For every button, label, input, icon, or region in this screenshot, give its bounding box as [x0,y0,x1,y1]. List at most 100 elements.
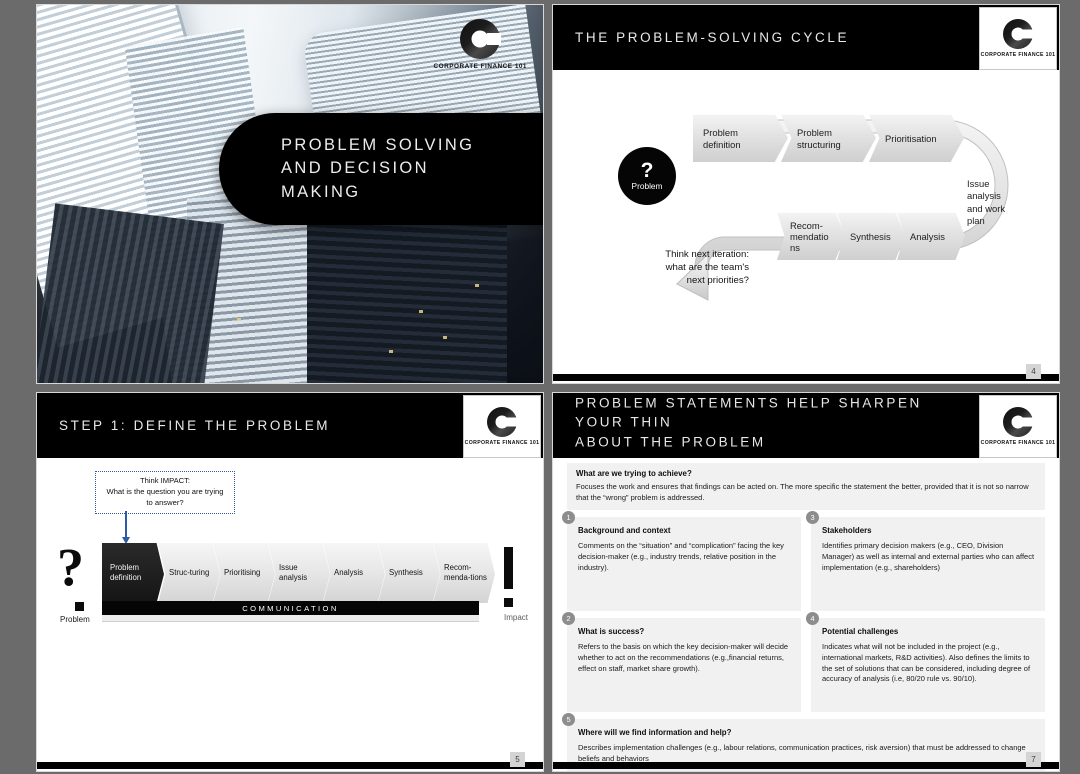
brand-name: CORPORATE FINANCE 101 [980,52,1056,58]
pipeline-base [102,615,479,622]
step-label: Problem structuring [797,127,841,150]
window-light [475,284,479,287]
statement-card-background-and-context[interactable]: 1 Background and context Comments on the… [562,511,801,612]
think-impact-callout: Think IMPACT: What is the question you a… [95,471,235,515]
brand-name: CORPORATE FINANCE 101 [433,63,527,70]
statement-column-left: 1 Background and context Comments on the… [562,511,801,719]
cycle-step-problem-definition[interactable]: Problem definition [693,114,788,162]
slide-problem-statements[interactable]: PROBLEM STATEMENTS HELP SHARPEN YOUR THI… [552,392,1060,772]
brand-logo: CORPORATE FINANCE 101 [979,7,1057,70]
step-number-badge: 4 [806,612,819,626]
brand-logo: CORPORATE FINANCE 101 [434,19,527,70]
cover-title-box: PROBLEM SOLVING AND DECISION MAKING [219,113,543,225]
card-heading: Where will we find information and help? [578,728,732,738]
pipeline-end-label: Impact [503,613,528,622]
cycle-step-recommendations[interactable]: Recom- mendatio ns [777,212,845,260]
letter-c-logo-icon [1003,407,1033,437]
step-label: Prioritisation [885,132,937,144]
step-number-badge: 1 [562,511,575,525]
window-light [443,336,447,339]
step-number-badge: 3 [806,511,819,525]
pipeline-step-synthesis[interactable]: Synthesis [378,543,440,603]
communication-label: COMMUNICATION [242,603,339,613]
building-shape [37,203,224,383]
card-heading: Background and context [578,526,671,536]
pipeline-step-prioritising[interactable]: Prioritising [213,543,275,603]
pipeline-step-recommendations[interactable]: Recom- menda-tions [433,543,495,603]
slide-problem-solving-cycle[interactable]: THE PROBLEM-SOLVING CYCLE CORPORATE FINA… [552,4,1060,384]
statement-grid: 1 Background and context Comments on the… [562,511,1045,719]
window-light [237,318,241,321]
pipeline-step-issue-analysis[interactable]: Issue analysis [268,543,330,603]
letter-c-logo-icon [487,407,517,437]
letter-c-logo-icon [1003,19,1033,49]
intro-body: Focuses the work and ensures that findin… [576,482,1029,502]
intro-panel: What are we trying to achieve? Focuses t… [567,463,1045,511]
page-title: STEP 1: DEFINE THE PROBLEM [59,417,331,433]
question-mark-icon: ? [640,158,654,182]
step-label: Problem definition [703,127,741,150]
statement-column-right: 3 Stakeholders Identifies primary decisi… [806,511,1045,719]
statement-card-potential-challenges[interactable]: 4 Potential challenges Indicates what wi… [806,612,1045,713]
intro-heading: What are we trying to achieve? [576,469,692,478]
process-pipeline: ? Problem Problem definition Struc-turin… [53,537,529,627]
card-heading: Potential challenges [822,627,899,637]
card-body: Comments on the “situation” and “complic… [578,541,784,572]
cycle-step-analysis[interactable]: Analysis [897,212,965,260]
callout-arrow-icon [122,511,129,544]
brand-name: CORPORATE FINANCE 101 [980,440,1056,446]
statement-card-stakeholders[interactable]: 3 Stakeholders Identifies primary decisi… [806,511,1045,612]
card-body: Identifies primary decision makers (e.g.… [822,541,1035,572]
page-title: PROBLEM SOLVING AND DECISION MAKING [281,135,475,201]
exclamation-mark-icon [504,547,513,589]
slide-cover[interactable]: CORPORATE FINANCE 101 PROBLEM SOLVING AN… [36,4,544,384]
letter-c-logo-icon [460,19,501,59]
pipeline-start-label: Problem [60,615,90,624]
question-mark-icon: ? [57,537,84,597]
problem-label: Problem [631,181,663,192]
pipeline-step-problem-definition[interactable]: Problem definition [102,543,164,603]
step-label: Synthesis [389,568,423,578]
pipeline-steps: Problem definition Struc-turing Prioriti… [102,543,495,603]
brand-logo: CORPORATE FINANCE 101 [463,395,541,458]
step-label: Synthesis [850,230,891,242]
step-number-badge: 2 [562,612,575,626]
card-heading: What is success? [578,627,645,637]
cycle-diagram: ? Problem Problem definition Problem str… [553,70,1059,370]
page-number: 4 [1026,364,1041,379]
step-label: Prioritising [224,568,261,578]
cycle-step-issue-analysis[interactable]: Issue analysis and work plan [967,178,1027,228]
pipeline-step-structuring[interactable]: Struc-turing [158,543,220,603]
page-number: 7 [1026,752,1041,767]
card-body: Refers to the basis on which the key dec… [578,642,789,673]
slide-deck: CORPORATE FINANCE 101 PROBLEM SOLVING AN… [0,0,1080,774]
step-label: Analysis [910,230,945,242]
brand-logo: CORPORATE FINANCE 101 [979,395,1057,458]
step-label: Struc-turing [169,568,210,578]
footer-bar [37,762,543,769]
card-heading: Stakeholders [822,526,872,536]
window-light [389,350,393,353]
cycle-step-problem-structuring[interactable]: Problem structuring [781,114,876,162]
communication-band: COMMUNICATION [102,601,479,615]
step-label: Problem definition [110,563,142,582]
statement-card-what-is-success[interactable]: 2 What is success? Refers to the basis o… [562,612,801,713]
step-label: Recom- mendatio ns [790,219,829,254]
page-title: THE PROBLEM-SOLVING CYCLE [575,29,850,45]
step-label: Issue analysis [279,563,308,582]
problem-start-badge: ? Problem [618,147,676,205]
step-label: Analysis [334,568,364,578]
brand-name: CORPORATE FINANCE 101 [464,440,540,446]
question-mark-dot-icon [75,602,84,611]
cycle-step-synthesis[interactable]: Synthesis [837,212,905,260]
cycle-step-prioritisation[interactable]: Prioritisation [869,114,964,162]
slide-step-1-define-the-problem[interactable]: STEP 1: DEFINE THE PROBLEM CORPORATE FIN… [36,392,544,772]
footer-bar [553,762,1059,769]
card-body: Indicates what will not be included in t… [822,642,1031,684]
exclamation-dot-icon [504,598,513,607]
footer-bar [553,374,1059,381]
page-title: PROBLEM STATEMENTS HELP SHARPEN YOUR THI… [575,395,922,450]
pipeline-step-analysis[interactable]: Analysis [323,543,385,603]
problem-statement-panels: What are we trying to achieve? Focuses t… [562,463,1045,771]
step-label: Recom- menda-tions [444,563,487,582]
